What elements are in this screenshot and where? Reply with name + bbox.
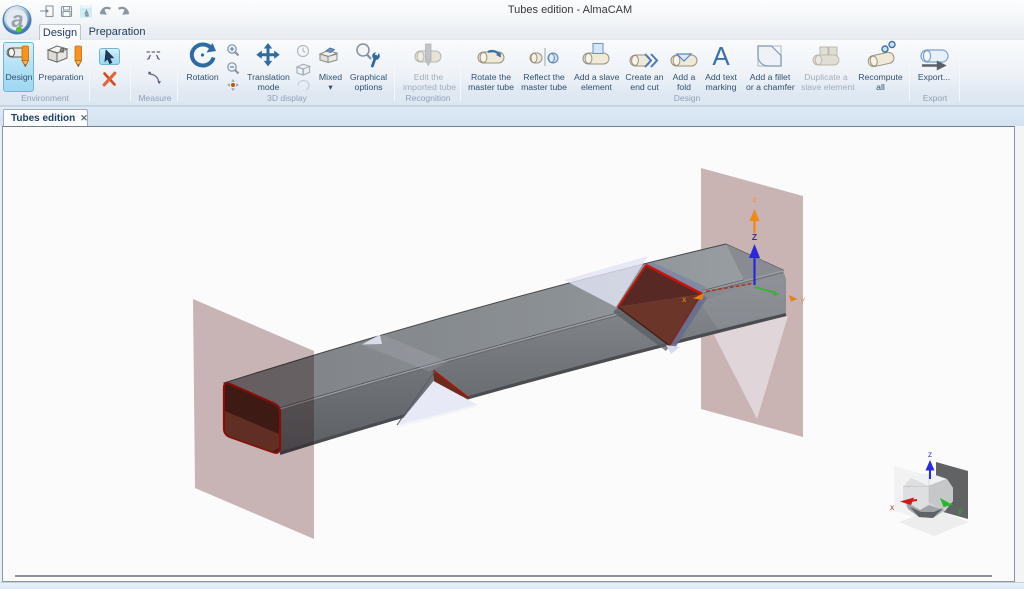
svg-text:A: A bbox=[712, 41, 730, 71]
svg-text:Z: Z bbox=[752, 232, 757, 242]
svg-text:Y: Y bbox=[800, 297, 806, 306]
svg-text:a: a bbox=[60, 45, 64, 54]
svg-text:z: z bbox=[928, 449, 932, 459]
svg-text:z: z bbox=[753, 195, 757, 204]
svg-text:x: x bbox=[682, 295, 687, 304]
